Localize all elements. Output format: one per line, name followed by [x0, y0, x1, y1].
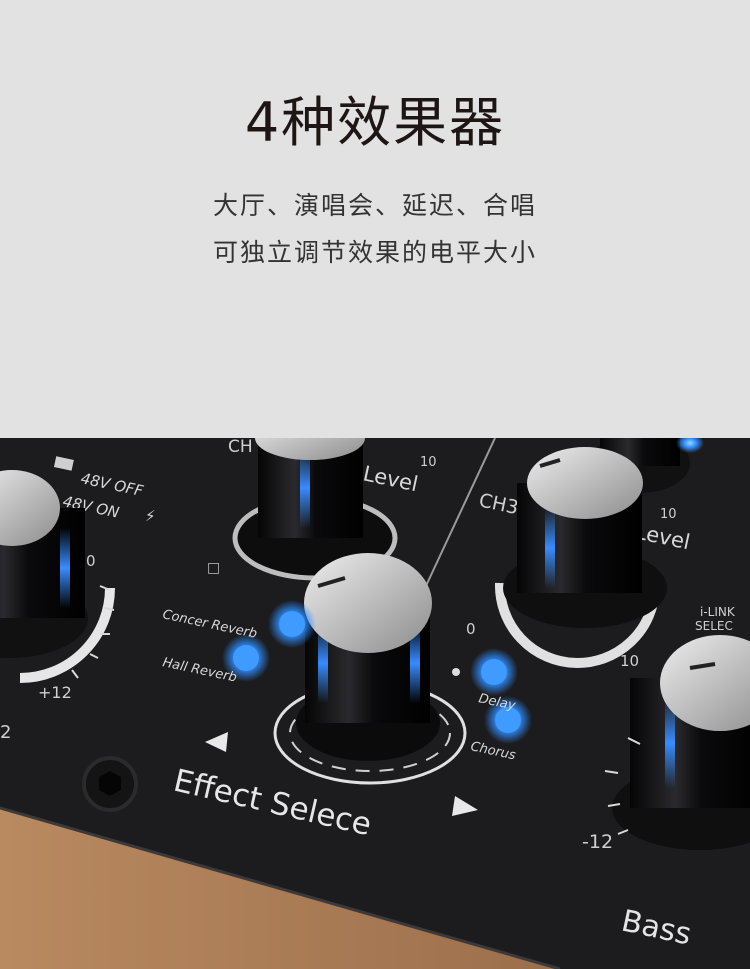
- scale-10-right: 10: [660, 507, 677, 522]
- scale-minus12: -12: [582, 831, 613, 853]
- header-banner: 4种效果器 大厅、演唱会、延迟、合唱 可独立调节效果的电平大小: [0, 0, 750, 438]
- scale-0-right: 0: [466, 620, 476, 638]
- page-title: 4种效果器: [244, 91, 506, 154]
- ch-label-left: CH: [228, 438, 253, 457]
- scale-10-ring: 10: [620, 652, 639, 670]
- effect-select-knob[interactable]: [296, 553, 440, 761]
- left-edge-2: 2: [0, 722, 11, 743]
- phantom-bolt-icon: ⚡: [145, 507, 156, 525]
- led-concert-reverb: [268, 600, 316, 648]
- effect-types-line: 大厅、演唱会、延迟、合唱: [212, 191, 537, 220]
- scale-plus12: +12: [38, 683, 72, 702]
- level-adjust-line: 可独立调节效果的电平大小: [212, 238, 537, 267]
- scale-10-top: 10: [420, 455, 437, 470]
- mixer-photo: 48V OFF 48V ON ⚡ CH CH3 Level Level 10 1…: [0, 438, 750, 969]
- ilink-label-1: i-LINK: [700, 605, 736, 619]
- scale-0-left: 0: [86, 552, 96, 570]
- hex-screw: [82, 756, 138, 812]
- small-box-mark: □: [207, 560, 220, 576]
- ilink-label-2: SELEC: [695, 619, 733, 633]
- led-delay: [470, 648, 518, 696]
